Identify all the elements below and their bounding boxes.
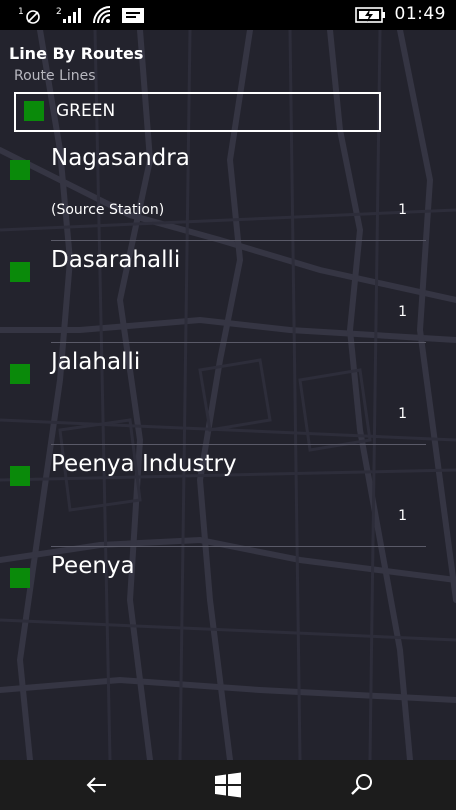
station-count: 1 <box>398 406 407 422</box>
divider <box>51 444 426 445</box>
station-count: 1 <box>398 304 407 320</box>
station-note: (Source Station) <box>51 202 165 218</box>
station-count: 1 <box>398 202 407 218</box>
page-title: Line By Routes <box>9 44 144 63</box>
battery-charging-icon <box>355 5 385 25</box>
station-item[interactable]: Peenya Industry 1 <box>0 446 456 548</box>
route-color-swatch <box>24 101 44 121</box>
station-name: Peenya Industry <box>51 451 237 477</box>
divider <box>51 342 426 343</box>
station-color-swatch <box>10 160 30 180</box>
station-item[interactable]: Dasarahalli 1 <box>0 242 456 344</box>
station-color-swatch <box>10 364 30 384</box>
station-name: Peenya <box>51 553 135 579</box>
back-arrow-icon[interactable] <box>80 769 112 801</box>
clock: 01:49 <box>394 4 446 24</box>
status-bar: 1 2 01:49 <box>0 0 456 30</box>
sim1-label: 1 <box>18 7 24 17</box>
station-color-swatch <box>10 466 30 486</box>
station-item[interactable]: Nagasandra (Source Station) 1 <box>0 140 456 242</box>
sim1-no-signal-icon: 1 <box>18 5 44 25</box>
system-nav-bar <box>0 760 456 810</box>
station-count: 1 <box>398 508 407 524</box>
station-item[interactable]: Jalahalli 1 <box>0 344 456 446</box>
station-name: Nagasandra <box>51 145 190 171</box>
sim2-signal-icon: 2 <box>56 5 84 25</box>
divider <box>51 546 426 547</box>
windows-start-icon[interactable] <box>212 769 244 801</box>
station-item[interactable]: Peenya <box>0 548 456 650</box>
route-lines-label: Route Lines <box>14 68 96 84</box>
route-line-selector[interactable]: GREEN <box>14 92 381 132</box>
message-icon <box>121 5 145 25</box>
station-color-swatch <box>10 262 30 282</box>
route-line-value: GREEN <box>56 101 116 121</box>
divider <box>51 240 426 241</box>
search-icon[interactable] <box>346 769 378 801</box>
app-screen: 1 2 01:49 Line By Routes Route Lines GRE… <box>0 0 456 810</box>
sim2-label: 2 <box>56 7 62 17</box>
station-name: Jalahalli <box>51 349 141 375</box>
station-name: Dasarahalli <box>51 247 181 273</box>
station-color-swatch <box>10 568 30 588</box>
wifi-icon <box>92 5 114 25</box>
